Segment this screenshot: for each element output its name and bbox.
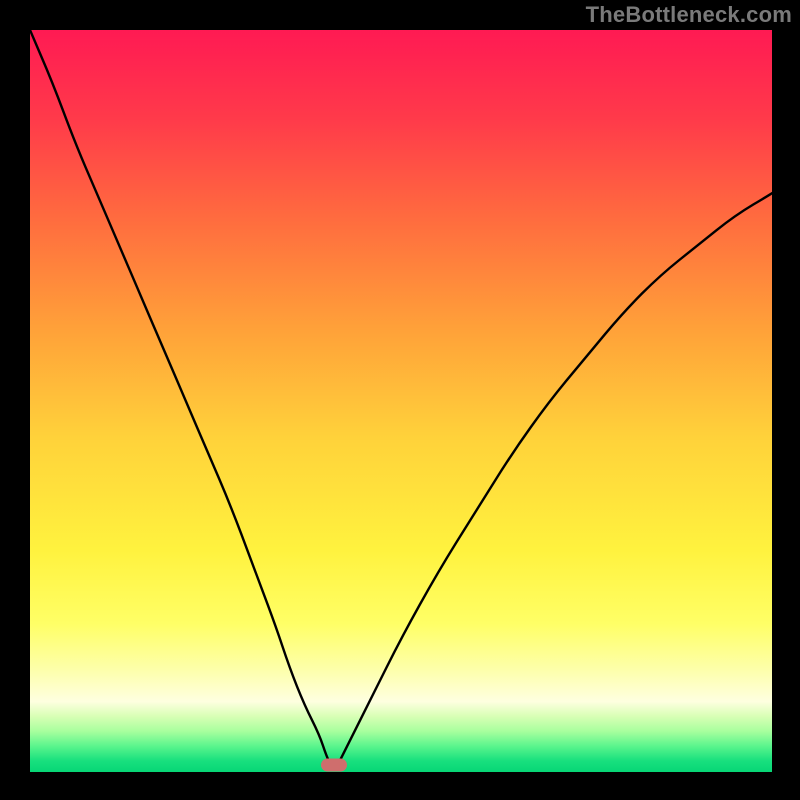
plot-area — [30, 30, 772, 772]
watermark-text: TheBottleneck.com — [586, 2, 792, 28]
optimal-marker — [321, 758, 347, 771]
chart-frame: TheBottleneck.com — [0, 0, 800, 800]
bottleneck-curve — [30, 30, 772, 772]
